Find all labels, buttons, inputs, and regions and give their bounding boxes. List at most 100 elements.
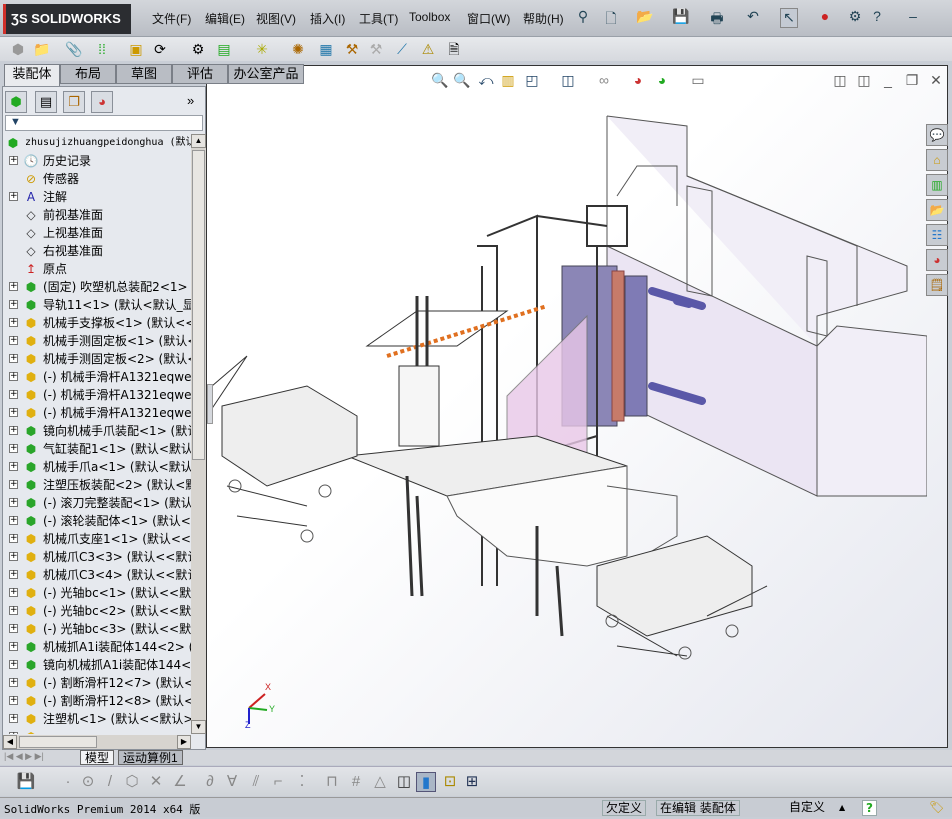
units-arrow-icon[interactable]: ▲ <box>836 800 848 816</box>
solidworks-logo[interactable]: ƷS SOLIDWORKS <box>3 4 131 34</box>
tree-item[interactable]: + ⬢ 机械手支撑板<1> (默认<<默 <box>3 314 191 332</box>
construction-icon[interactable]: ⁚ <box>292 772 312 792</box>
tree-item[interactable]: + ⬢ 机械爪C3<3> (默认<<默认>_ <box>3 548 191 566</box>
graphics-area[interactable]: 🔍 🔍 ⤺ ▥ ◰ ◫ ∞ ◕ ◕ ▭ ◫ ◫ _ ❐ ✕ X Y Z <box>206 65 948 748</box>
window-minimize-icon[interactable]: _ <box>877 70 899 90</box>
tab-scroll-arrows-icon[interactable]: |◀ ◀ ▶ ▶| <box>4 751 78 764</box>
tab-sketch[interactable]: 草图 <box>116 64 172 84</box>
expand-icon[interactable]: + <box>9 606 18 615</box>
zoom-to-area-icon[interactable]: 🔍 <box>451 70 473 90</box>
menu-file[interactable]: 文件(F) <box>152 10 191 27</box>
tree-item[interactable]: + ⬢ 注塑压板装配<2> (默认<默认 <box>3 476 191 494</box>
tree-root[interactable]: ⬢ zhusujizhuangpeidonghua (默认<显示状态-1>) <box>3 134 191 152</box>
print-icon[interactable]: 🖶 <box>708 8 726 28</box>
tree-item[interactable]: ◇ 前视基准面 <box>3 206 191 224</box>
expand-chevron-icon[interactable]: » <box>187 93 194 108</box>
tree-item[interactable]: + ⬢ 镜向机械抓A1i装配体144<4> <box>3 656 191 674</box>
tree-item[interactable]: + ⬢ (-) 机械手滑杆A1321eqwe2< <box>3 404 191 422</box>
scroll-up-icon[interactable]: ▲ <box>191 134 206 148</box>
smart-fasteners-icon[interactable]: ▣ <box>126 39 146 59</box>
tree-item[interactable]: ⊘ 传感器 <box>3 170 191 188</box>
options-icon[interactable]: ⚙ <box>846 8 864 28</box>
expand-icon[interactable]: + <box>9 444 18 453</box>
scroll-right-icon[interactable]: ▶ <box>177 735 191 749</box>
dimension-icon[interactable]: ⊓ <box>322 772 342 792</box>
fillet-icon[interactable]: ∂ <box>200 772 220 792</box>
view-palette-icon[interactable]: ☷ <box>926 224 948 246</box>
tree-item[interactable]: + ⬢ (-) 机械手滑杆A1321eqwe2< <box>3 368 191 386</box>
expand-icon[interactable]: + <box>9 498 18 507</box>
tree-item[interactable]: ◇ 上视基准面 <box>3 224 191 242</box>
tree-item[interactable]: + ⬢ (-) 光轴bc<3> (默认<<默认 <box>3 620 191 638</box>
exploded-view-icon[interactable]: ⚒ <box>342 39 362 59</box>
save-icon[interactable]: 💾 <box>16 772 36 792</box>
tree-item[interactable]: + ⬢ 机械爪支座1<1> (默认<<默认 <box>3 530 191 548</box>
trim-icon[interactable]: ✕ <box>146 772 166 792</box>
tab-motion-study-1[interactable]: 运动算例1 <box>118 750 183 765</box>
menu-view[interactable]: 视图(V) <box>256 10 296 27</box>
tree-item[interactable]: + ⬢ 机械手测固定板<1> (默认<< <box>3 332 191 350</box>
tile-left-icon[interactable]: ◫ <box>829 70 851 90</box>
tab-layout[interactable]: 布局 <box>60 64 116 84</box>
tab-model[interactable]: 模型 <box>80 750 115 765</box>
expand-icon[interactable]: + <box>9 660 18 669</box>
expand-icon[interactable]: + <box>9 624 18 633</box>
expand-icon[interactable]: + <box>9 732 18 734</box>
expand-icon[interactable]: + <box>9 570 18 579</box>
menu-toolbox[interactable]: Toolbox <box>409 10 450 24</box>
tree-item[interactable]: + ⬢ 导轨11<1> (默认<默认_显示 <box>3 296 191 314</box>
tree-vertical-scrollbar[interactable]: ▲ ▼ <box>191 134 206 734</box>
property-manager-tab-icon[interactable]: ▤ <box>35 91 57 113</box>
feature-tree-tab-icon[interactable]: ⬢ <box>5 91 27 113</box>
tab-office-products[interactable]: 办公室产品 <box>228 64 304 84</box>
line-icon[interactable]: / <box>100 772 120 792</box>
angle-icon[interactable]: ∠ <box>170 772 190 792</box>
tree-item[interactable]: + ⬢ (-) 光轴bc<2> (默认<<默认 <box>3 602 191 620</box>
expand-icon[interactable]: + <box>9 516 18 525</box>
solidworks-resources-icon[interactable]: 💬 <box>926 124 948 146</box>
tree-item[interactable]: + ⬢ (-) 滚刀完整装配<1> (默认 <box>3 494 191 512</box>
new-part-icon[interactable]: 📁 <box>32 39 52 59</box>
expand-icon[interactable]: + <box>9 156 18 165</box>
bill-of-materials-icon[interactable]: ▦ <box>316 39 336 59</box>
tile-right-icon[interactable]: ◫ <box>853 70 875 90</box>
display-style-icon[interactable]: ◫ <box>557 70 579 90</box>
help-icon[interactable]: ? <box>862 800 877 816</box>
tree-item[interactable]: +⬢ <box>3 728 191 734</box>
scrollbar-thumb[interactable] <box>192 150 205 460</box>
angle-dimension-icon[interactable]: △ <box>370 772 390 792</box>
grid-icon[interactable]: # <box>346 772 366 792</box>
expand-icon[interactable]: + <box>9 534 18 543</box>
window-close-icon[interactable]: ✕ <box>925 70 947 90</box>
point-icon[interactable]: · <box>58 772 78 792</box>
tree-item[interactable]: + ⬢ (固定) 吹塑机总装配2<1> <box>3 278 191 296</box>
tree-item[interactable]: + ⬢ (-) 割断滑杆12<8> (默认<< <box>3 692 191 710</box>
expand-icon[interactable]: + <box>9 696 18 705</box>
scroll-left-icon[interactable]: ◀ <box>3 735 17 749</box>
explode-line-icon[interactable]: ⚒ <box>366 39 386 59</box>
perpendicular-icon[interactable]: ⌐ <box>268 772 288 792</box>
expand-icon[interactable]: + <box>9 282 18 291</box>
apply-scene-icon[interactable]: ◕ <box>651 70 673 90</box>
tree-item[interactable]: + ⬢ (-) 机械手滑杆A1321eqwe2< <box>3 386 191 404</box>
section-view-icon[interactable]: ▥ <box>497 70 519 90</box>
select-icon[interactable]: ↖ <box>780 8 798 28</box>
shaded-icon[interactable]: ▮ <box>416 772 436 792</box>
hscroll-thumb[interactable] <box>19 736 97 748</box>
tree-item[interactable]: + ⬢ 机械爪C3<4> (默认<<默认>_ <box>3 566 191 584</box>
tab-evaluate[interactable]: 评估 <box>172 64 228 84</box>
open-icon[interactable]: 📂 <box>636 8 654 28</box>
tree-filter-input[interactable]: ▼ <box>5 115 203 131</box>
menu-insert[interactable]: 插入(I) <box>310 10 345 27</box>
measure-icon[interactable]: ⊡ <box>440 772 460 792</box>
tree-item[interactable]: + 🕓 历史记录 <box>3 152 191 170</box>
reference-geometry-icon[interactable]: ✳ <box>252 39 272 59</box>
rebuild-icon[interactable]: ● <box>816 8 834 28</box>
linear-pattern-icon[interactable]: ⁞⁞ <box>92 39 112 59</box>
design-library-icon[interactable]: ▥ <box>926 174 948 196</box>
snapshot-icon[interactable]: 🗎 <box>444 39 464 59</box>
save-icon[interactable]: 💾 <box>672 8 690 28</box>
assembly-model-3d[interactable] <box>207 96 927 746</box>
expand-icon[interactable]: + <box>9 336 18 345</box>
configuration-manager-tab-icon[interactable]: ❐ <box>63 91 85 113</box>
